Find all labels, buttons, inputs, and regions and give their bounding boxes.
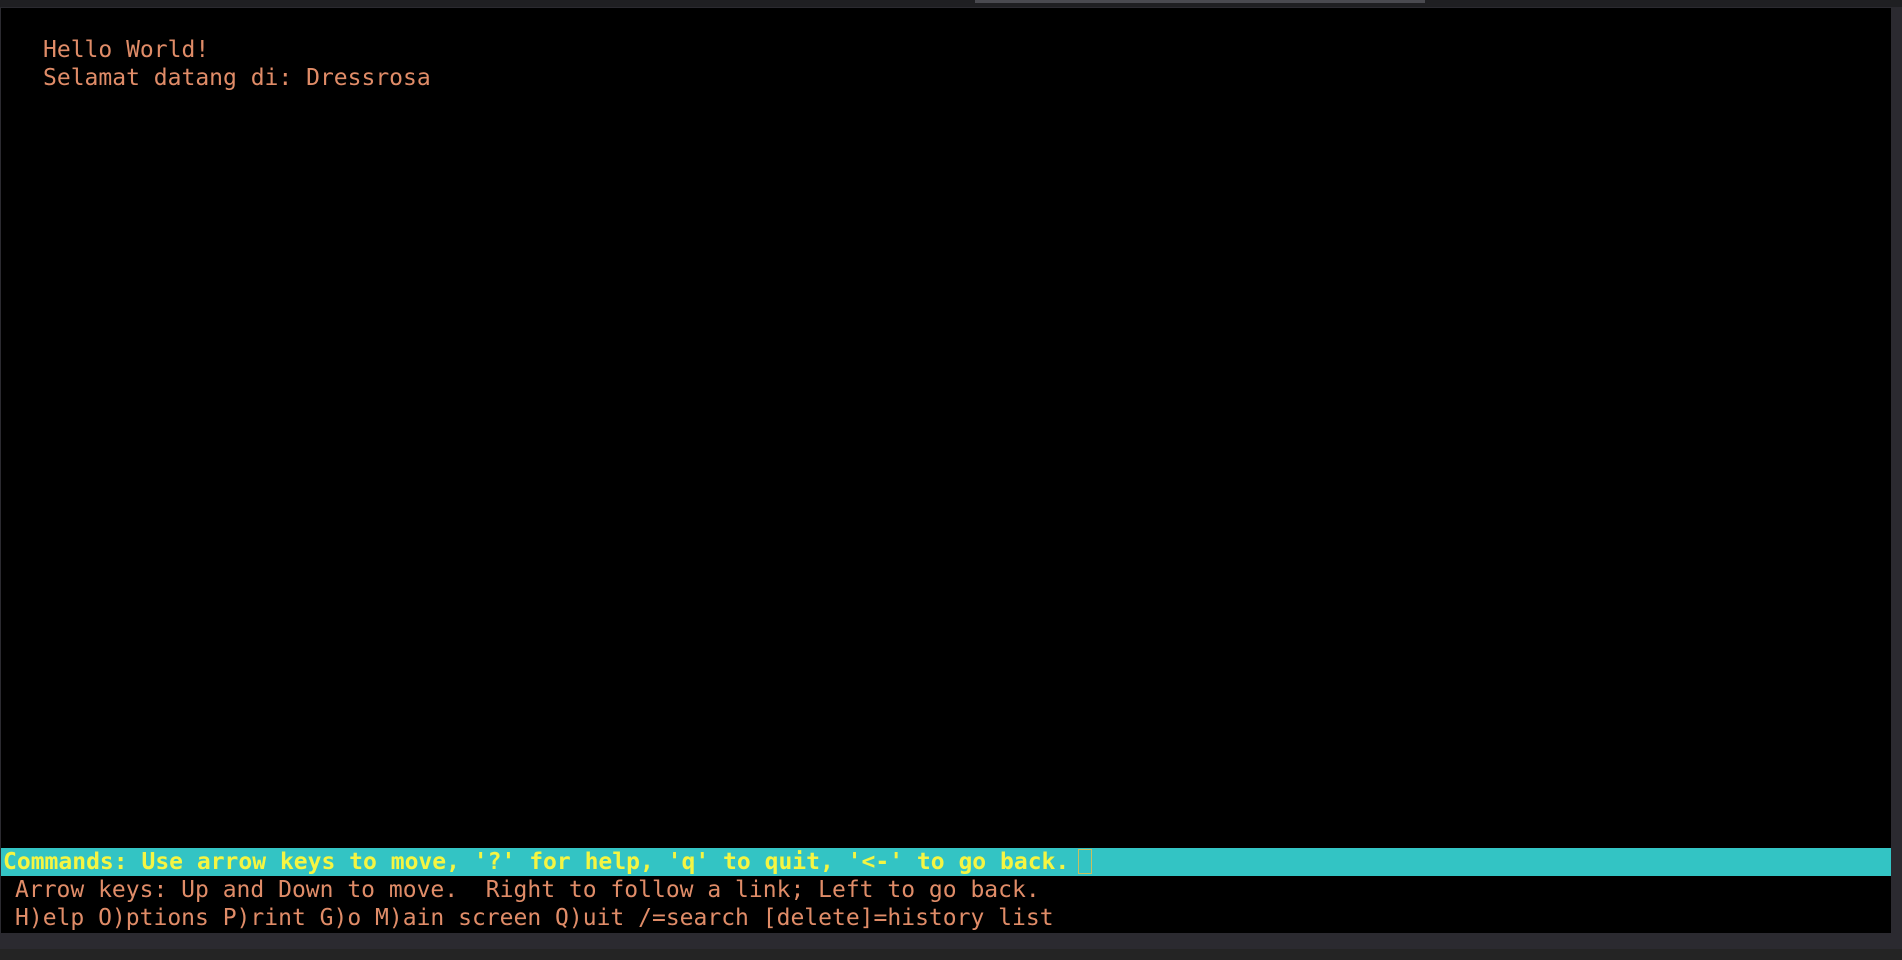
window-frame: Hello World! Selamat datang di: Dressros…: [0, 0, 1902, 949]
window-right-edge: [1891, 8, 1902, 933]
window-top-bar: [0, 0, 1902, 7]
status-bar-text: Commands: Use arrow keys to move, '?' fo…: [3, 849, 1070, 875]
terminal-screen[interactable]: Hello World! Selamat datang di: Dressros…: [1, 8, 1891, 933]
command-status-bar: Commands: Use arrow keys to move, '?' fo…: [1, 848, 1891, 876]
page-text-line: Hello World!: [43, 37, 210, 63]
text-cursor: [1078, 849, 1092, 874]
help-line-commands: H)elp O)ptions P)rint G)o M)ain screen Q…: [15, 905, 1054, 931]
top-bar-highlight: [975, 0, 1425, 3]
help-line-arrow-keys: Arrow keys: Up and Down to move. Right t…: [15, 877, 1040, 903]
page-text-line: Selamat datang di: Dressrosa: [43, 65, 431, 91]
